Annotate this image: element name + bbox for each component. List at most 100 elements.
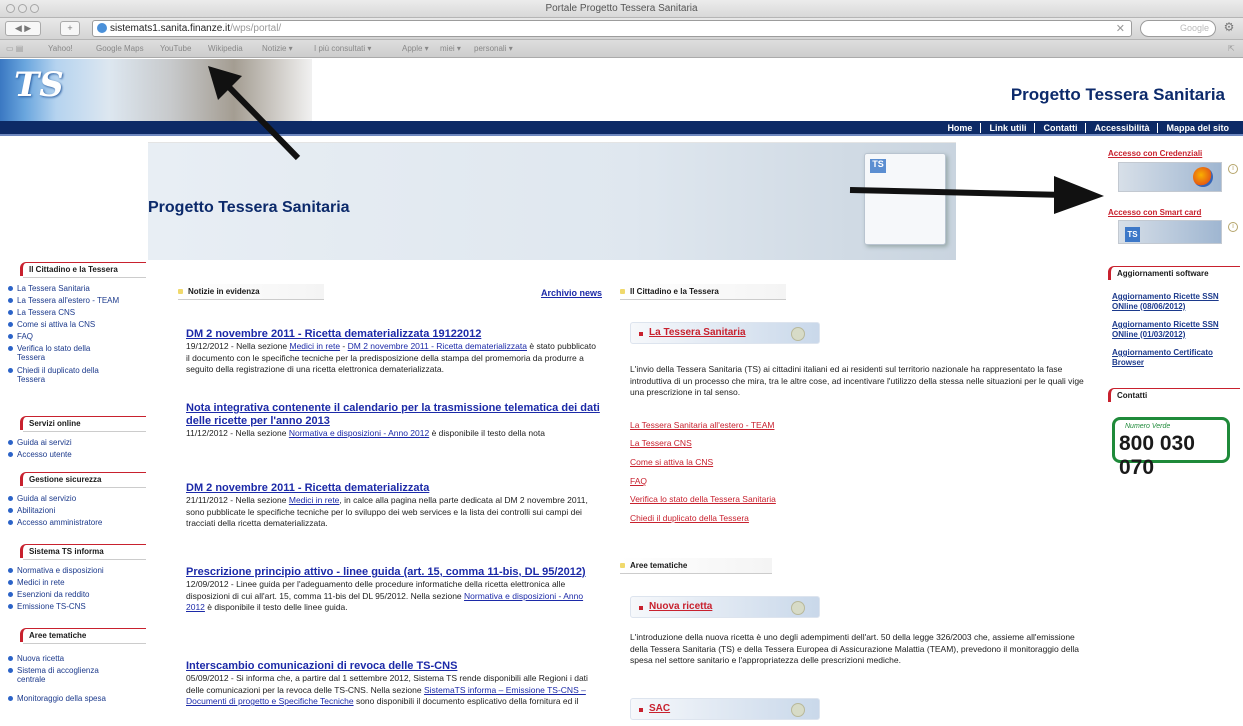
hero-title: Progetto Tessera Sanitaria [148, 199, 350, 216]
back-forward-button[interactable]: ◀ ▶ [5, 21, 41, 36]
nuova-ricetta-link[interactable]: Nuova ricetta [649, 601, 712, 612]
content-link[interactable]: La Tessera CNS [630, 438, 692, 448]
window-title: Portale Progetto Tessera Sanitaria [545, 3, 698, 14]
news-column: Notizie in evidenza Archivio news DM 2 n… [178, 284, 602, 726]
site-title: Progetto Tessera Sanitaria [1010, 85, 1225, 104]
news-item: Prescrizione principio attivo - linee gu… [186, 566, 602, 614]
sidebar-item[interactable]: La Tessera CNS [8, 308, 148, 317]
content-link[interactable]: FAQ [630, 476, 647, 486]
news-body-link[interactable]: DM 2 novembre 2011 - Ricetta demateriali… [348, 341, 527, 351]
cittadino-tab: Il Cittadino e la Tessera [620, 284, 786, 300]
news-title-link[interactable]: Prescrizione principio attivo - linee gu… [186, 566, 602, 579]
archive-news-link[interactable]: Archivio news [541, 288, 602, 298]
bookmark-item[interactable]: Notizie ▾ [262, 44, 293, 53]
browser-toolbar: ◀ ▶ + sistemats1.sanita.finanze.it/wps/p… [0, 18, 1243, 40]
news-body-link[interactable]: Medici in rete [290, 341, 341, 351]
hero-banner: Progetto Tessera Sanitaria TS [148, 142, 956, 260]
sidebar-item[interactable]: La Tessera all'estero - TEAM [8, 296, 148, 305]
nav-home[interactable]: Home [939, 123, 980, 133]
aree-tematiche-tab: Aree tematiche [620, 558, 772, 574]
sidebar-item[interactable]: Guida al servizio [8, 494, 148, 503]
stop-icon[interactable]: ✕ [1116, 22, 1125, 37]
right-sidebar: Aggiornamenti software Aggiornamento Ric… [1100, 262, 1243, 726]
content-link[interactable]: Chiedi il duplicato della Tessera [630, 513, 749, 523]
bookmark-item[interactable]: personali ▾ [474, 44, 513, 53]
sidebar-item[interactable]: Abilitazioni [8, 506, 148, 515]
login-smartcard-image[interactable]: TS [1118, 220, 1222, 244]
sidebar-item[interactable]: Chiedi il duplicato della Tessera [8, 366, 118, 384]
info-icon[interactable]: i [1228, 164, 1238, 174]
sidebar-item[interactable]: Come si attiva la CNS [8, 320, 148, 329]
sidebar-item[interactable]: Nuova ricetta [8, 654, 148, 663]
reader-icon[interactable]: ▭ ▤ [6, 44, 23, 53]
news-title-link[interactable]: DM 2 novembre 2011 - Ricetta demateriali… [186, 328, 602, 341]
center-column: Il Cittadino e la Tessera La Tessera San… [620, 284, 1090, 726]
nav-accessibilita[interactable]: Accessibilità [1085, 123, 1158, 133]
sidebar-section-title: Servizi online [20, 416, 146, 432]
sidebar-section-title: Sistema TS informa [20, 544, 146, 560]
news-title-link[interactable]: Interscambio comunicazioni di revoca del… [186, 660, 602, 673]
bookmark-item[interactable]: Wikipedia [208, 44, 243, 53]
news-title-link[interactable]: DM 2 novembre 2011 - Ricetta demateriali… [186, 482, 602, 495]
news-title-link[interactable]: Nota integrativa contenente il calendari… [186, 402, 602, 428]
search-input[interactable]: Google [1140, 20, 1216, 37]
bookmark-item[interactable]: Yahoo! [48, 44, 73, 53]
update-link[interactable]: Aggiornamento Ricette SSN ONline (01/03/… [1112, 320, 1242, 339]
numero-verde-label: Numero Verde [1125, 423, 1171, 430]
bookmark-item[interactable]: I più consultati ▾ [314, 44, 371, 53]
sidebar-item[interactable]: Normativa e disposizioni [8, 566, 148, 575]
nuova-ricetta-box: Nuova ricetta [630, 596, 820, 618]
nav-mappa-sito[interactable]: Mappa del sito [1157, 123, 1237, 133]
login-credentials-image[interactable] [1118, 162, 1222, 192]
top-navigation: Home Link utili Contatti Accessibilità Mappa… [0, 121, 1243, 136]
tessera-sanitaria-box: La Tessera Sanitaria [630, 322, 820, 344]
sidebar-item[interactable]: Sistema di accoglienza centrale [8, 666, 108, 684]
gear-icon[interactable]: ⚙ [1221, 20, 1237, 37]
sidebar-item[interactable]: Esenzioni da reddito [8, 590, 148, 599]
firefox-icon [1193, 167, 1213, 187]
numero-verde-number: 800 030 070 [1119, 432, 1195, 479]
update-link[interactable]: Aggiornamento Certificato Browser [1112, 348, 1242, 367]
nav-link-utili[interactable]: Link utili [980, 123, 1035, 133]
content-link[interactable]: La Tessera Sanitaria all'estero - TEAM [630, 420, 774, 430]
gear-icon [791, 703, 805, 717]
sidebar-item[interactable]: La Tessera Sanitaria [8, 284, 148, 293]
resize-icon[interactable]: ⇱ [1228, 44, 1235, 53]
nav-contatti[interactable]: Contatti [1034, 123, 1086, 133]
news-body-link[interactable]: Normativa e disposizioni - Anno 2012 [289, 428, 429, 438]
tessera-description: L'invio della Tessera Sanitaria (TS) ai … [630, 364, 1084, 397]
sidebar-item[interactable]: Monitoraggio della spesa [8, 694, 148, 703]
window-titlebar: Portale Progetto Tessera Sanitaria [0, 0, 1243, 18]
bookmark-item[interactable]: Apple ▾ [402, 44, 429, 53]
sidebar-item[interactable]: Emissione TS-CNS [8, 602, 148, 611]
sidebar-item[interactable]: FAQ [8, 332, 148, 341]
content-link[interactable]: Verifica lo stato della Tessera Sanitari… [630, 494, 776, 504]
news-item: DM 2 novembre 2011 - Ricetta demateriali… [186, 328, 602, 376]
address-bar[interactable]: sistemats1.sanita.finanze.it/wps/portal/… [92, 20, 1132, 37]
update-link[interactable]: Aggiornamento Ricette SSN ONline (08/06/… [1112, 292, 1242, 311]
sidebar-item[interactable]: Verifica lo stato della Tessera [8, 344, 108, 362]
content-link[interactable]: Come si attiva la CNS [630, 457, 713, 467]
sidebar-item[interactable]: Accesso utente [8, 450, 148, 459]
bookmark-item[interactable]: miei ▾ [440, 44, 461, 53]
tessera-sanitaria-link[interactable]: La Tessera Sanitaria [649, 327, 746, 338]
login-panel: Accesso con Credenziali i Accesso con Sm… [1100, 142, 1243, 260]
sidebar-item[interactable]: Medici in rete [8, 578, 148, 587]
gear-icon [791, 327, 805, 341]
add-bookmark-button[interactable]: + [60, 21, 80, 36]
sidebar-item[interactable]: Accesso amministratore [8, 518, 148, 527]
left-sidebar: Il Cittadino e la Tessera La Tessera San… [8, 262, 148, 726]
bookmark-item[interactable]: Google Maps [96, 44, 144, 53]
sac-link[interactable]: SAC [649, 703, 670, 714]
sidebar-item[interactable]: Guida ai servizi [8, 438, 148, 447]
news-body-link[interactable]: Medici in rete [289, 495, 340, 505]
site-logo[interactable]: TS [14, 65, 64, 105]
bookmark-item[interactable]: YouTube [160, 44, 191, 53]
login-credentials-link[interactable]: Accesso con Credenziali [1108, 149, 1202, 158]
contacts-title: Contatti [1108, 388, 1240, 402]
login-smartcard-link[interactable]: Accesso con Smart card [1108, 208, 1201, 217]
info-icon[interactable]: i [1228, 222, 1238, 232]
sac-box: SAC [630, 698, 820, 720]
news-item: Interscambio comunicazioni di revoca del… [186, 660, 602, 726]
numero-verde-badge[interactable]: Numero Verde 800 030 070 [1112, 417, 1230, 479]
